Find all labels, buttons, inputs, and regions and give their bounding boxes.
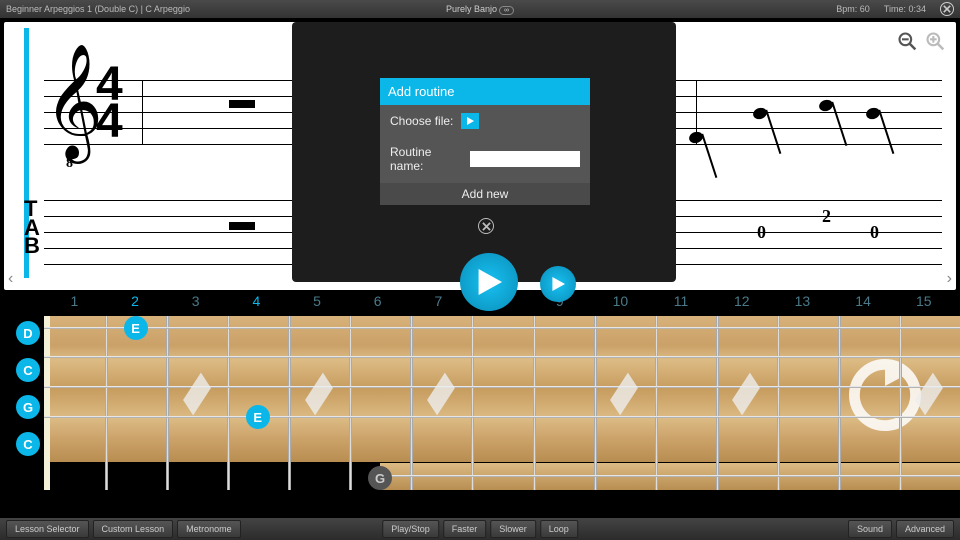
string xyxy=(44,356,960,358)
close-button[interactable] xyxy=(940,2,954,16)
loop-button[interactable]: Loop xyxy=(540,520,578,538)
app-title: Purely Banjo∞ xyxy=(446,4,514,14)
zoom-in-icon[interactable] xyxy=(924,30,946,52)
fret-wire xyxy=(105,316,108,490)
bottom-bar: Lesson SelectorCustom LessonMetronome Pl… xyxy=(0,518,960,540)
fret-number: 6 xyxy=(347,293,408,313)
choose-file-label: Choose file: xyxy=(390,114,453,128)
scroll-left-icon[interactable]: ‹ xyxy=(8,270,13,288)
tab-number: 0 xyxy=(870,222,879,243)
open-string-label[interactable]: D xyxy=(16,321,40,345)
treble-clef-icon: 𝄞 xyxy=(44,52,103,152)
choose-file-button[interactable] xyxy=(461,113,479,129)
fret-wire xyxy=(655,316,658,490)
string xyxy=(380,475,960,477)
repeat-overlay-icon xyxy=(840,350,930,440)
fret-number: 12 xyxy=(711,293,772,313)
zoom-out-icon[interactable] xyxy=(896,30,918,52)
tab-number: 2 xyxy=(822,206,831,227)
fifth-string-mask xyxy=(44,463,380,490)
sound-button[interactable]: Sound xyxy=(848,520,892,538)
scroll-right-icon[interactable]: › xyxy=(947,270,952,288)
nut xyxy=(44,316,50,490)
faster-button[interactable]: Faster xyxy=(443,520,487,538)
fret-wire xyxy=(288,316,291,490)
slower-button[interactable]: Slower xyxy=(490,520,536,538)
clef-octave: 8 xyxy=(66,156,73,172)
fret-wire xyxy=(899,316,902,490)
fret-number: 7 xyxy=(408,293,469,313)
tab-number: 0 xyxy=(757,222,766,243)
open-string-label[interactable]: C xyxy=(16,432,40,456)
fret-wire xyxy=(349,316,352,490)
fret-number: 2 xyxy=(105,293,166,313)
fret-number: 3 xyxy=(165,293,226,313)
play-stop-button[interactable]: Play/Stop xyxy=(382,520,439,538)
fret-wire xyxy=(594,316,597,490)
finger-marker[interactable]: E xyxy=(124,316,148,340)
string xyxy=(44,327,960,329)
lesson-selector-button[interactable]: Lesson Selector xyxy=(6,520,89,538)
finger-marker[interactable]: E xyxy=(246,405,270,429)
tab-rest-icon xyxy=(229,222,255,230)
play-half-button[interactable] xyxy=(540,266,576,302)
string xyxy=(44,416,960,418)
fret-number: 14 xyxy=(833,293,894,313)
fret-wire xyxy=(716,316,719,490)
fret-wire xyxy=(471,316,474,490)
string xyxy=(44,386,960,388)
metronome-button[interactable]: Metronome xyxy=(177,520,241,538)
add-routine-modal: Add routine Choose file: Routine name: A… xyxy=(380,78,590,205)
lesson-title: Beginner Arpeggios 1 (Double C) | C Arpe… xyxy=(6,4,190,14)
fret-number: 13 xyxy=(772,293,833,313)
fret-number: 4 xyxy=(226,293,287,313)
fretboard[interactable] xyxy=(44,316,960,462)
open-string-label[interactable]: G xyxy=(16,395,40,419)
fret-number: 1 xyxy=(44,293,105,313)
advanced-button[interactable]: Advanced xyxy=(896,520,954,538)
time-label: Time: 0:34 xyxy=(884,4,926,14)
fret-wire xyxy=(410,316,413,490)
tab-label: T A B xyxy=(24,200,40,256)
fret-wire xyxy=(777,316,780,490)
top-bar: Beginner Arpeggios 1 (Double C) | C Arpe… xyxy=(0,0,960,18)
bpm-label: Bpm: 60 xyxy=(836,4,870,14)
modal-close-button[interactable] xyxy=(478,218,494,234)
fret-wire xyxy=(838,316,841,490)
custom-lesson-button[interactable]: Custom Lesson xyxy=(93,520,174,538)
open-string-label[interactable]: C xyxy=(16,358,40,382)
time-signature: 44 xyxy=(96,66,123,141)
fifth-string-label[interactable]: G xyxy=(368,466,392,490)
routine-name-label: Routine name: xyxy=(390,145,462,173)
fret-number: 10 xyxy=(590,293,651,313)
fret-number: 11 xyxy=(651,293,712,313)
play-button[interactable] xyxy=(460,253,518,311)
fret-number: 15 xyxy=(893,293,954,313)
fret-number: 5 xyxy=(287,293,348,313)
fret-wire xyxy=(227,316,230,490)
add-new-button[interactable]: Add new xyxy=(380,183,590,205)
fret-wire xyxy=(166,316,169,490)
modal-title: Add routine xyxy=(380,78,590,105)
routine-name-input[interactable] xyxy=(470,151,580,167)
rest-icon xyxy=(229,100,255,108)
fret-wire xyxy=(533,316,536,490)
